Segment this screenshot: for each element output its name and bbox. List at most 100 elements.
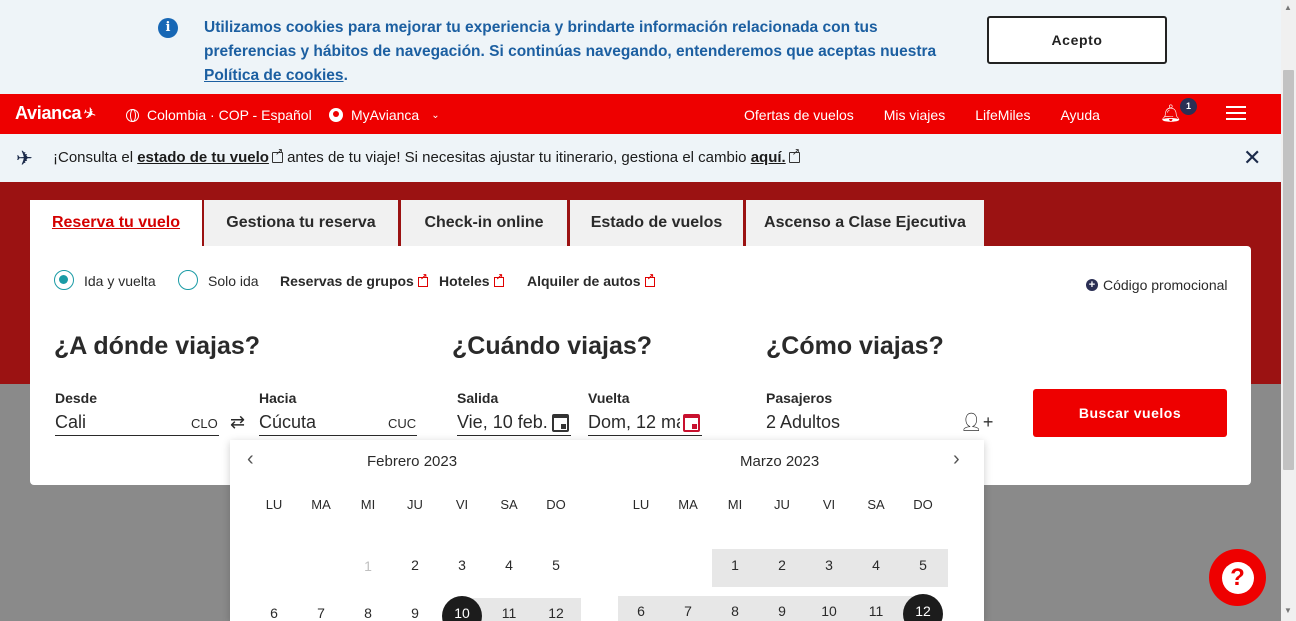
- date-picker: [230, 440, 984, 621]
- weekday-header: LU: [632, 497, 650, 512]
- calendar-day[interactable]: 8: [348, 605, 388, 621]
- month-title-left: Febrero 2023: [367, 453, 458, 470]
- cookie-policy-link[interactable]: Política de cookies: [204, 67, 344, 84]
- from-label: Desde: [55, 390, 98, 406]
- add-person-icon[interactable]: 👤︎+: [960, 412, 993, 433]
- close-icon[interactable]: ✕: [1243, 145, 1261, 171]
- chevron-left-icon[interactable]: ‹: [247, 448, 254, 471]
- nav-link-mis-viajes[interactable]: Mis viajes: [884, 107, 945, 123]
- roundtrip-label[interactable]: Ida y vuelta: [84, 273, 156, 289]
- weekday-header: SA: [500, 497, 518, 512]
- calendar-day[interactable]: 4: [856, 557, 896, 573]
- depart-input[interactable]: Vie, 10 feb.: [457, 412, 549, 433]
- calendar-icon[interactable]: [552, 414, 569, 432]
- calendar-day[interactable]: 2: [762, 557, 802, 573]
- weekday-header: VI: [455, 497, 469, 512]
- roundtrip-radio[interactable]: [54, 270, 74, 290]
- oneway-label[interactable]: Solo ida: [208, 273, 259, 289]
- tab-checkin[interactable]: Check-in online: [401, 200, 567, 246]
- calendar-day[interactable]: 12: [903, 603, 943, 619]
- notice-message: ¡Consulta el estado de tu vuelo antes de…: [53, 147, 800, 166]
- calendar-day: 1: [364, 558, 372, 574]
- external-link-icon: [788, 147, 800, 163]
- calendar-day[interactable]: 3: [809, 557, 849, 573]
- avianca-logo[interactable]: Avianca✈: [15, 103, 99, 125]
- calendar-day[interactable]: 4: [489, 557, 529, 573]
- hotels-link[interactable]: Hoteles: [439, 272, 504, 289]
- scroll-down-icon[interactable]: ▼: [1284, 606, 1292, 615]
- calendar-day[interactable]: 12: [536, 605, 576, 621]
- calendar-day[interactable]: 9: [395, 605, 435, 621]
- when-heading: ¿Cuándo viajas?: [452, 332, 653, 360]
- weekday-header: VI: [822, 497, 836, 512]
- tab-ascenso[interactable]: Ascenso a Clase Ejecutiva: [746, 200, 984, 246]
- group-bookings-text: Reservas de grupos: [280, 273, 414, 289]
- notice-mid: antes de tu viaje! Si necesitas ajustar …: [287, 149, 747, 166]
- weekday-header: MA: [311, 497, 331, 512]
- question-icon: ?: [1221, 561, 1254, 594]
- swap-icon[interactable]: ⇄: [230, 412, 245, 433]
- tab-reserva[interactable]: Reserva tu vuelo: [30, 200, 202, 246]
- calendar-day[interactable]: 1: [715, 557, 755, 573]
- scrollbar-thumb[interactable]: [1283, 70, 1294, 470]
- scroll-up-icon[interactable]: ▲: [1284, 3, 1292, 12]
- weekday-header: MI: [360, 497, 376, 512]
- to-input[interactable]: Cúcuta: [259, 412, 384, 433]
- calendar-day[interactable]: 11: [856, 603, 896, 619]
- weekday-header: JU: [407, 497, 423, 512]
- bell-icon[interactable]: 🔔︎: [1160, 104, 1182, 124]
- nav-link-ofertas[interactable]: Ofertas de vuelos: [744, 107, 854, 123]
- nav-link-ayuda[interactable]: Ayuda: [1060, 107, 1099, 123]
- change-link[interactable]: aquí.: [751, 149, 786, 166]
- to-code: CUC: [388, 416, 417, 431]
- accept-cookies-button[interactable]: Acepto: [987, 16, 1167, 64]
- calendar-day[interactable]: 11: [489, 605, 529, 621]
- calendar-day[interactable]: 8: [715, 603, 755, 619]
- myavianca-menu[interactable]: MyAvianca ⌄: [329, 107, 440, 123]
- calendar-day[interactable]: 2: [395, 557, 435, 573]
- top-navigation: Avianca✈ Colombia · COP - Español MyAvia…: [0, 94, 1281, 134]
- calendar-day[interactable]: 6: [621, 603, 661, 619]
- from-input[interactable]: Cali: [55, 412, 185, 433]
- return-input[interactable]: Dom, 12 ma: [588, 412, 680, 433]
- logo-text: Avianca: [15, 103, 82, 123]
- external-link-icon: [271, 147, 283, 163]
- passengers-input[interactable]: 2 Adultos: [766, 412, 946, 433]
- user-icon: [329, 108, 343, 122]
- calendar-day[interactable]: 10: [442, 605, 482, 621]
- tab-gestiona[interactable]: Gestiona tu reserva: [204, 200, 398, 246]
- passengers-label: Pasajeros: [766, 390, 833, 406]
- help-button[interactable]: ?: [1209, 549, 1266, 606]
- flight-notice-bar: ✈ ¡Consulta el estado de tu vuelo antes …: [0, 134, 1281, 182]
- calendar-day[interactable]: 6: [254, 605, 294, 621]
- calendar-icon[interactable]: [683, 414, 700, 432]
- search-flights-button[interactable]: Buscar vuelos: [1033, 389, 1227, 437]
- promo-code-link[interactable]: + Código promocional: [1086, 277, 1228, 293]
- tab-estado[interactable]: Estado de vuelos: [570, 200, 743, 246]
- flight-status-link[interactable]: estado de tu vuelo: [137, 149, 269, 166]
- group-bookings-link[interactable]: Reservas de grupos: [280, 272, 428, 289]
- info-icon: i: [158, 18, 178, 38]
- calendar-day[interactable]: 7: [301, 605, 341, 621]
- calendar-day[interactable]: 3: [442, 557, 482, 573]
- weekday-header: MI: [727, 497, 743, 512]
- calendar-day[interactable]: 5: [903, 557, 943, 573]
- nav-link-lifemiles[interactable]: LifeMiles: [975, 107, 1030, 123]
- car-rental-link[interactable]: Alquiler de autos: [527, 272, 655, 289]
- calendar-day[interactable]: 5: [536, 557, 576, 573]
- how-heading: ¿Cómo viajas?: [766, 332, 944, 360]
- scrollbar[interactable]: ▲ ▼: [1281, 0, 1296, 621]
- calendar-day[interactable]: 10: [809, 603, 849, 619]
- from-underline: [55, 435, 219, 436]
- calendar-day[interactable]: 9: [762, 603, 802, 619]
- calendar-day[interactable]: 7: [668, 603, 708, 619]
- plus-circle-icon: +: [1086, 279, 1098, 291]
- chevron-down-icon: ⌄: [431, 109, 440, 121]
- hamburger-menu-icon[interactable]: [1226, 106, 1246, 122]
- chevron-right-icon[interactable]: ›: [953, 448, 960, 471]
- month-title-right: Marzo 2023: [740, 453, 820, 470]
- locale-selector[interactable]: Colombia · COP - Español: [126, 107, 312, 123]
- depart-label: Salida: [457, 390, 499, 406]
- oneway-radio[interactable]: [178, 270, 198, 290]
- cookie-banner: i Utilizamos cookies para mejorar tu exp…: [0, 0, 1281, 94]
